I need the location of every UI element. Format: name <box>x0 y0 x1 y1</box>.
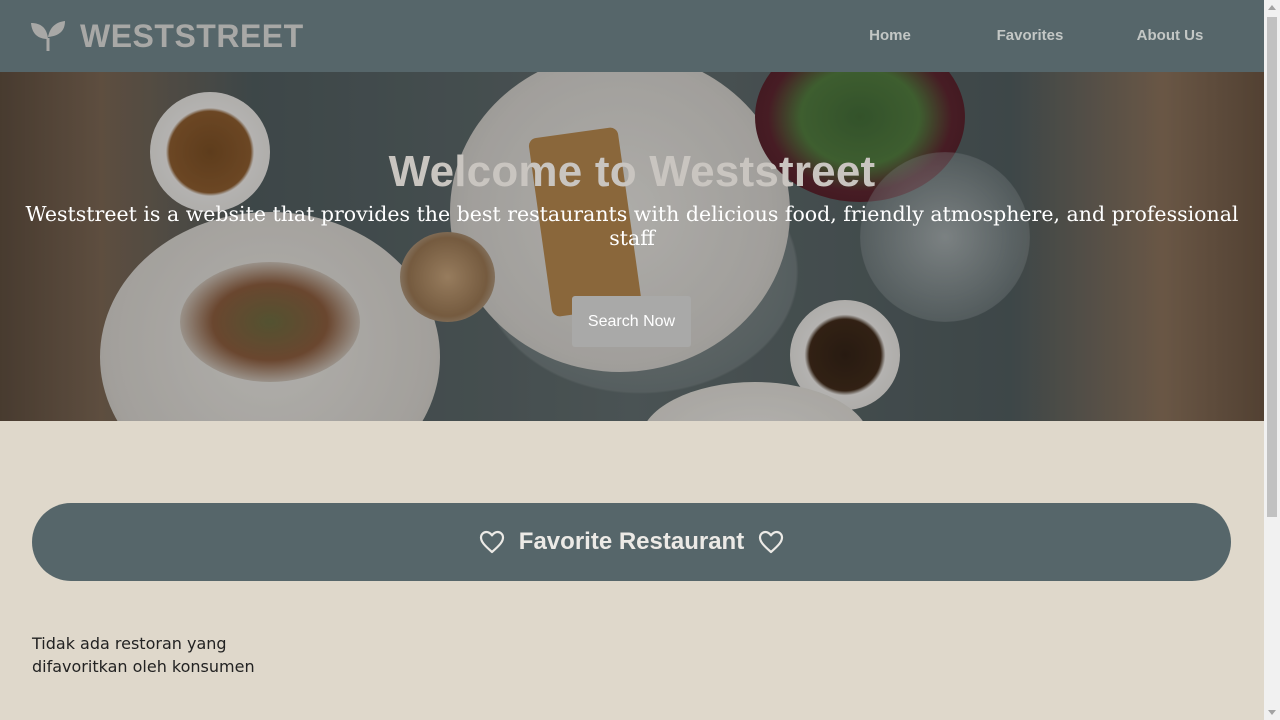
scrollbar-thumb[interactable] <box>1267 17 1277 517</box>
scroll-up-arrow-icon[interactable] <box>1268 5 1276 10</box>
favorite-restaurant-title: Favorite Restaurant <box>518 528 745 555</box>
heart-outline-icon <box>479 530 504 554</box>
page-scrollbar[interactable] <box>1264 0 1280 720</box>
sprout-icon <box>31 21 65 51</box>
empty-favorites-message: Tidak ada restoran yang difavoritkan ole… <box>32 634 255 676</box>
hero-title: Welcome to Weststreet <box>388 147 876 196</box>
scroll-down-arrow-icon[interactable] <box>1268 710 1276 715</box>
hero-banner: Welcome to Weststreet Weststreet is a we… <box>0 72 1264 421</box>
favorite-restaurant-banner: Favorite Restaurant <box>32 503 1231 581</box>
site-header: WESTSTREET Home Favorites About Us <box>0 0 1264 72</box>
nav-about-us[interactable]: About Us <box>1100 21 1240 51</box>
nav-home[interactable]: Home <box>820 21 960 51</box>
brand-name: WESTSTREET <box>80 17 304 54</box>
hero-subtitle: Weststreet is a website that provides th… <box>25 202 1239 250</box>
heart-outline-icon <box>759 530 784 554</box>
nav-favorites[interactable]: Favorites <box>960 21 1100 51</box>
brand[interactable]: WESTSTREET <box>30 18 304 55</box>
main-nav: Home Favorites About Us <box>820 0 1240 72</box>
search-now-button[interactable]: Search Now <box>572 296 691 347</box>
